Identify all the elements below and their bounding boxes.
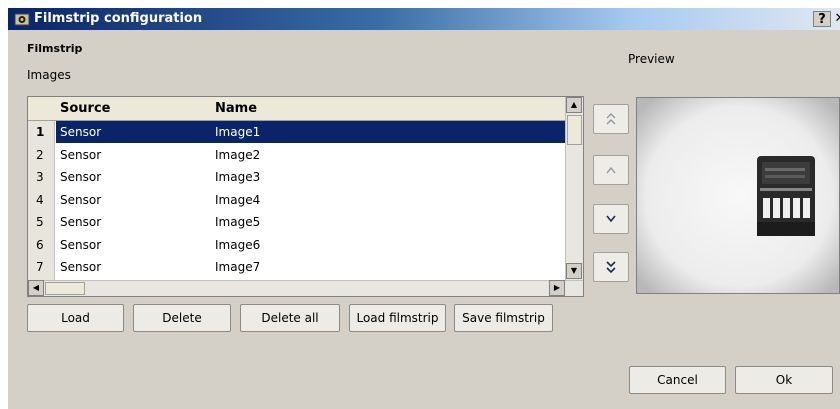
preview-label: Preview: [628, 52, 675, 66]
horizontal-scrollbar[interactable]: ◀ ▶: [28, 280, 583, 296]
row-number: 7: [36, 260, 44, 274]
vertical-scrollbar[interactable]: ▲ ▼: [565, 97, 583, 280]
sensor-preview-picture: [637, 98, 839, 293]
save-filmstrip-button[interactable]: Save filmstrip: [454, 304, 553, 332]
column-header-source[interactable]: Source: [60, 101, 110, 116]
cell-source[interactable]: Sensor: [60, 170, 101, 184]
cell-name[interactable]: Image1: [215, 125, 260, 139]
table-row[interactable]: 7 Sensor Image7: [28, 256, 565, 278]
horizontal-scroll-thumb[interactable]: [45, 282, 85, 295]
scroll-up-arrow-icon[interactable]: ▲: [566, 97, 582, 113]
row-number: 3: [36, 170, 44, 184]
scroll-down-arrow-icon[interactable]: ▼: [566, 263, 582, 279]
row-number: 5: [36, 215, 44, 229]
table-row[interactable]: 2 Sensor Image2: [28, 144, 565, 166]
vertical-scroll-thumb[interactable]: [567, 115, 582, 145]
double-chevron-up-icon: [606, 113, 616, 125]
cell-source[interactable]: Sensor: [60, 215, 101, 229]
column-header-name[interactable]: Name: [215, 101, 257, 116]
double-chevron-down-icon: [606, 261, 616, 274]
row-number: 4: [36, 192, 44, 207]
cell-name[interactable]: Image2: [215, 148, 260, 162]
move-down-button[interactable]: [593, 204, 629, 234]
table-row[interactable]: 3 Sensor Image3: [28, 166, 565, 188]
scroll-left-arrow-icon[interactable]: ◀: [28, 280, 44, 296]
cell-name[interactable]: Image4: [215, 193, 260, 207]
cell-source[interactable]: Sensor: [60, 125, 101, 139]
table-header: Source Name: [28, 97, 565, 121]
chevron-up-icon: [606, 166, 616, 174]
move-bottom-button[interactable]: [593, 252, 629, 282]
move-top-button[interactable]: [593, 104, 629, 134]
app-icon: [14, 13, 30, 26]
cell-name[interactable]: Image6: [215, 238, 260, 252]
load-filmstrip-button[interactable]: Load filmstrip: [349, 304, 446, 332]
table-row[interactable]: 6 Sensor Image6: [28, 234, 565, 256]
table-row[interactable]: 1 Sensor Image1: [28, 121, 565, 143]
title-bar: Filmstrip configuration ? ✕: [8, 8, 840, 30]
table-row[interactable]: 4 Sensor Image4: [28, 189, 565, 211]
help-button[interactable]: ?: [813, 11, 831, 27]
ok-button[interactable]: Ok: [735, 366, 833, 394]
row-number: 1: [36, 125, 45, 139]
images-table[interactable]: Source Name 1 Sensor Image1 2 Sensor Image2 3 S…: [27, 96, 584, 297]
window-title: Filmstrip configuration: [34, 11, 203, 26]
scroll-right-arrow-icon[interactable]: ▶: [549, 280, 565, 296]
cell-name[interactable]: Image7: [215, 260, 260, 274]
images-label: Images: [27, 68, 71, 82]
row-number: 6: [36, 237, 44, 252]
cell-name[interactable]: Image3: [215, 170, 260, 184]
cancel-button[interactable]: Cancel: [629, 366, 726, 394]
cell-source[interactable]: Sensor: [60, 238, 101, 252]
move-up-button[interactable]: [593, 155, 629, 185]
row-number: 2: [36, 147, 44, 162]
chevron-down-icon: [606, 215, 616, 223]
filmstrip-heading: Filmstrip: [27, 42, 83, 55]
row-selection-highlight: [56, 121, 565, 143]
cell-source[interactable]: Sensor: [60, 148, 101, 162]
preview-image: [636, 97, 840, 294]
table-row[interactable]: 5 Sensor Image5: [28, 211, 565, 233]
cell-source[interactable]: Sensor: [60, 260, 101, 274]
cell-source[interactable]: Sensor: [60, 193, 101, 207]
delete-button[interactable]: Delete: [133, 304, 231, 332]
close-button[interactable]: ✕: [831, 11, 840, 27]
delete-all-button[interactable]: Delete all: [240, 304, 340, 332]
filmstrip-dialog: Filmstrip configuration ? ✕ Filmstrip Im…: [8, 8, 840, 409]
cell-name[interactable]: Image5: [215, 215, 260, 229]
load-button[interactable]: Load: [27, 304, 124, 332]
